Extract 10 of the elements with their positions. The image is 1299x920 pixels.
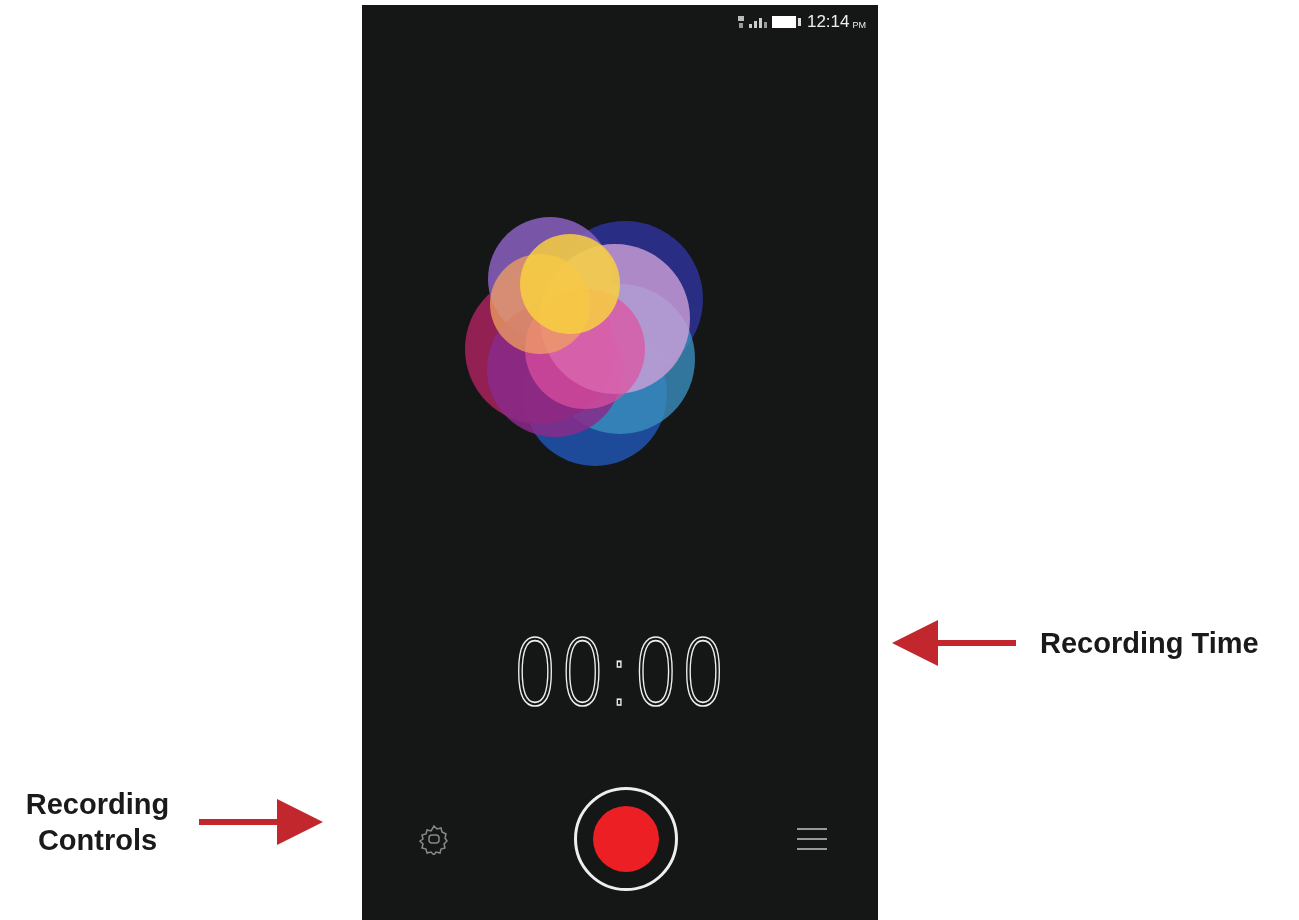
callout-label: Recording Time: [1040, 626, 1259, 660]
clock-time: 12:14: [806, 12, 850, 32]
settings-icon[interactable]: [418, 823, 450, 855]
callout-label: Recording Controls: [24, 787, 171, 858]
signal-icon: [748, 16, 769, 28]
clock-period: PM: [852, 20, 866, 30]
menu-icon[interactable]: [796, 827, 828, 851]
sim-icon: [736, 15, 746, 29]
recording-timer: 00:00: [511, 629, 729, 719]
battery-icon: [771, 16, 802, 28]
